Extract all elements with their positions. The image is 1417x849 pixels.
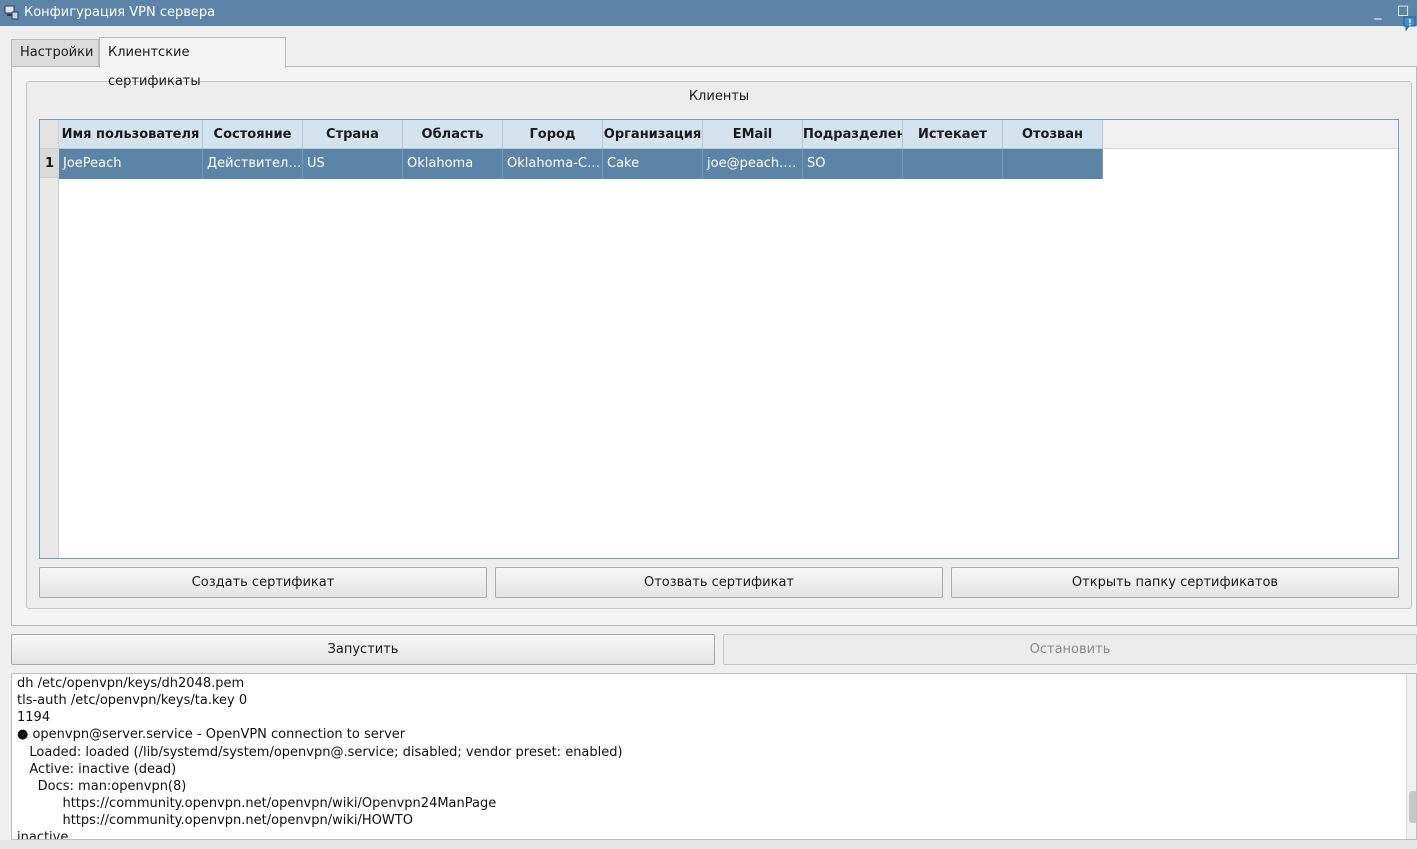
log-line: tls-auth /etc/openvpn/keys/ta.key 0 — [17, 693, 248, 708]
tab-client-certificates[interactable]: Клиентские сертификаты — [99, 37, 286, 89]
cell-country[interactable]: US — [303, 149, 403, 179]
log-line: Active: inactive (dead) — [17, 762, 177, 777]
column-header-expires[interactable]: Истекает — [903, 120, 1003, 149]
minimize-button[interactable]: _ — [1368, 3, 1388, 23]
revoke-certificate-button[interactable]: Отозвать сертификат — [495, 567, 943, 598]
cell-status[interactable]: Действительный — [203, 149, 303, 179]
scrollbar-thumb[interactable] — [1409, 791, 1416, 823]
log-line: https://community.openvpn.net/openvpn/wi… — [17, 796, 497, 811]
cell-username[interactable]: JoePeach — [59, 149, 203, 179]
column-header-status[interactable]: Состояние — [203, 120, 303, 149]
column-header-region[interactable]: Область — [403, 120, 503, 149]
column-header-country[interactable]: Страна — [303, 120, 403, 149]
cell-region[interactable]: Oklahoma — [403, 149, 503, 179]
stop-button[interactable]: Остановить — [723, 634, 1417, 665]
log-line: Docs: man:openvpn(8) — [17, 779, 187, 794]
cell-department[interactable]: SO — [803, 149, 903, 179]
start-button[interactable]: Запустить — [11, 634, 715, 665]
cell-email[interactable]: joe@peach.com — [703, 149, 803, 179]
open-certificates-folder-button[interactable]: Открыть папку сертификатов — [951, 567, 1399, 598]
log-line: https://community.openvpn.net/openvpn/wi… — [17, 813, 413, 828]
row-number[interactable]: 1 — [40, 149, 59, 178]
log-output[interactable]: dh /etc/openvpn/keys/dh2048.pem tls-auth… — [11, 673, 1417, 840]
column-header-email[interactable]: EMail — [703, 120, 803, 149]
log-line: 1194 — [17, 710, 51, 725]
log-line: Loaded: loaded (/lib/systemd/system/open… — [17, 745, 623, 760]
cell-organization[interactable]: Cake — [603, 149, 703, 179]
create-certificate-button[interactable]: Создать сертификат — [39, 567, 487, 598]
network-computer-icon — [4, 5, 19, 20]
cell-revoked[interactable] — [1003, 149, 1103, 179]
table-row[interactable]: JoePeach Действительный US Oklahoma Okla… — [59, 149, 1103, 179]
table-corner[interactable] — [40, 120, 59, 149]
cell-expires[interactable] — [903, 149, 1003, 179]
log-scrollbar[interactable] — [1406, 674, 1416, 839]
cell-city[interactable]: Oklahoma-City — [503, 149, 603, 179]
row-header-column: 1 — [40, 149, 59, 558]
log-line: inactive — [17, 830, 69, 840]
column-header-organization[interactable]: Организация — [603, 120, 703, 149]
log-line: ● openvpn@server.service - OpenVPN conne… — [17, 727, 406, 742]
column-header-department[interactable]: Подразделение — [803, 120, 903, 149]
title-bar: Конфигурация VPN сервера _ ☐ — [0, 0, 1417, 26]
column-header-username[interactable]: Имя пользователя — [59, 120, 203, 149]
notification-bubble-icon[interactable] — [1400, 14, 1417, 36]
bottom-strip — [0, 840, 1417, 849]
column-header-revoked[interactable]: Отозван — [1003, 120, 1103, 149]
window-title: Конфигурация VPN сервера — [24, 5, 216, 20]
table-header: Имя пользователя Состояние Страна Област… — [59, 120, 1103, 149]
clients-table[interactable]: Имя пользователя Состояние Страна Област… — [39, 119, 1399, 559]
tab-settings[interactable]: Настройки — [11, 39, 99, 67]
header-filler — [1103, 120, 1398, 149]
column-header-city[interactable]: Город — [503, 120, 603, 149]
group-title: Клиенты — [688, 89, 750, 104]
log-line: dh /etc/openvpn/keys/dh2048.pem — [17, 676, 245, 691]
